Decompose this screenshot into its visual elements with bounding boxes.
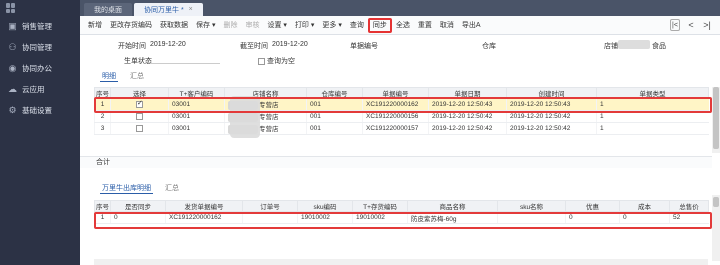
last-record-icon[interactable]: >|: [702, 19, 712, 31]
settings-button[interactable]: 设置 ▾: [263, 19, 290, 32]
save-button[interactable]: 保存 ▾: [192, 19, 219, 32]
table-row[interactable]: 1 03001 专营店 001 XC191220000162 2019-12-2…: [94, 98, 709, 111]
col-total: 总售价: [669, 200, 709, 212]
col-no: 序号: [94, 87, 111, 99]
select-all-button[interactable]: 全选: [392, 19, 414, 32]
orders-table: 序号 选择 T+客户编码 店铺名称 仓库编号 单据编号 单据日期 创建时间 单据…: [94, 87, 709, 135]
scroll-thumb[interactable]: [713, 87, 719, 149]
upper-scrollbar[interactable]: [712, 87, 720, 153]
tab-wanliniu-outbound[interactable]: 万里牛出库明细: [100, 183, 153, 194]
lower-subtabs: 万里牛出库明细 汇总: [80, 183, 720, 194]
more-button[interactable]: 更多 ▾: [318, 19, 345, 32]
outbound-table: 序号 是否同步 发货单据编号 订单号 sku编码 T+存货编码 商品名称 sku…: [94, 200, 709, 224]
export-button[interactable]: 导出A: [458, 19, 485, 32]
cancel-button[interactable]: 取消: [436, 19, 458, 32]
first-record-icon[interactable]: |<: [670, 19, 680, 31]
print-button[interactable]: 打印 ▾: [291, 19, 318, 32]
row-checkbox[interactable]: [136, 124, 143, 132]
query-empty-checkbox[interactable]: 查询为空: [258, 56, 295, 66]
table-row[interactable]: 2 03001 专营店 001 XC191220000156 2019-12-2…: [94, 110, 709, 123]
toolbar: 新增 更改存货编码 获取数据 保存 ▾ 删除 审核 设置 ▾ 打印 ▾ 更多 ▾…: [80, 16, 720, 35]
col-cust-code: T+客户编码: [168, 87, 225, 99]
col-doc-date: 单据日期: [428, 87, 507, 99]
col-cost: 成本: [619, 200, 670, 212]
tab-bar: 我的桌面 协同万里牛 * ×: [80, 0, 720, 16]
scroll-thumb[interactable]: [713, 197, 719, 207]
table-row[interactable]: 3 03001 专营店 001 XC191220000157 2019-12-2…: [94, 122, 709, 135]
cloud-icon: ☁: [8, 84, 17, 94]
fetch-data-button[interactable]: 获取数据: [156, 19, 192, 32]
status-select[interactable]: [150, 54, 220, 64]
col-sku-name: sku名称: [497, 200, 566, 212]
col-ship-doc: 发货单据编号: [165, 200, 243, 212]
query-button[interactable]: 查询: [346, 19, 368, 32]
new-button[interactable]: 新增: [84, 19, 106, 32]
store-label: 店铺: [604, 43, 618, 50]
col-inv-code: T+存货编码: [352, 200, 408, 212]
audit-button[interactable]: 审核: [241, 19, 263, 32]
start-time-field[interactable]: 2019-12-20: [150, 41, 186, 48]
sidebar-item-office[interactable]: ◉ 协同办公: [0, 58, 80, 79]
change-inventory-code-button[interactable]: 更改存货编码: [106, 19, 156, 32]
start-time-label: 开始时间: [118, 43, 146, 50]
summary-row: 合计: [80, 156, 712, 168]
tab-detail[interactable]: 明细: [100, 71, 118, 82]
col-created: 创建时间: [506, 87, 597, 99]
record-nav: |< < >|: [670, 19, 712, 31]
col-select: 选择: [110, 87, 169, 99]
sidebar-item-cloud[interactable]: ☁ 云应用: [0, 79, 80, 100]
filter-form: 开始时间 2019-12-20 截至时间 2019-12-20 单据编号 仓库 …: [80, 36, 720, 70]
blurred-store-value: [618, 40, 650, 49]
grid-icon: [6, 3, 16, 13]
sidebar-item-sales[interactable]: ▣ 销售管理: [0, 16, 80, 37]
prev-record-icon[interactable]: <: [686, 19, 696, 31]
col-no: 序号: [94, 200, 111, 212]
close-icon[interactable]: ×: [189, 6, 193, 13]
gear-icon: ⚙: [8, 105, 17, 115]
app-menu-button[interactable]: [0, 0, 80, 16]
reset-button[interactable]: 重置: [414, 19, 436, 32]
tab-summary[interactable]: 汇总: [128, 71, 146, 82]
location-icon: ◉: [8, 63, 17, 73]
row-checkbox[interactable]: [136, 112, 143, 120]
status-label: 生单状态: [124, 58, 152, 65]
sidebar-item-settings[interactable]: ⚙ 基础设置: [0, 100, 80, 121]
row-checkbox[interactable]: [136, 99, 143, 108]
store-field[interactable]: 食品: [652, 41, 666, 51]
tab-wanliniu[interactable]: 协同万里牛 * ×: [134, 3, 203, 16]
blur-overlay: [230, 96, 260, 138]
tab-lower-summary[interactable]: 汇总: [163, 183, 181, 194]
lower-scrollbar[interactable]: [712, 195, 720, 261]
col-sku: sku编码: [297, 200, 353, 212]
doc-no-label: 单据编号: [350, 43, 378, 50]
sidebar: ▣ 销售管理 ⚇ 协同管理 ◉ 协同办公 ☁ 云应用 ⚙ 基础设置: [0, 0, 80, 265]
table-row[interactable]: 1 0 XC191220000162 19010002 19010002 防皮紫…: [94, 211, 709, 224]
col-doc-no: 单据编号: [362, 87, 429, 99]
shop-icon: ▣: [8, 21, 17, 31]
tab-desktop[interactable]: 我的桌面: [84, 3, 132, 16]
delete-button[interactable]: 删除: [219, 19, 241, 32]
sync-button[interactable]: 同步: [367, 17, 392, 33]
col-warehouse: 仓库编号: [306, 87, 363, 99]
horizontal-scrollbar[interactable]: [94, 259, 708, 265]
col-discount: 优惠: [565, 200, 620, 212]
warehouse-label: 仓库: [482, 43, 496, 50]
end-time-field[interactable]: 2019-12-20: [272, 41, 308, 48]
col-order: 订单号: [242, 200, 298, 212]
col-synced: 是否同步: [110, 200, 166, 212]
users-icon: ⚇: [8, 42, 17, 52]
col-product: 商品名称: [407, 200, 498, 212]
end-time-label: 截至时间: [240, 43, 268, 50]
upper-subtabs: 明细 汇总: [80, 71, 720, 82]
sidebar-item-collab[interactable]: ⚇ 协同管理: [0, 37, 80, 58]
col-doc-type: 单据类型: [596, 87, 709, 99]
